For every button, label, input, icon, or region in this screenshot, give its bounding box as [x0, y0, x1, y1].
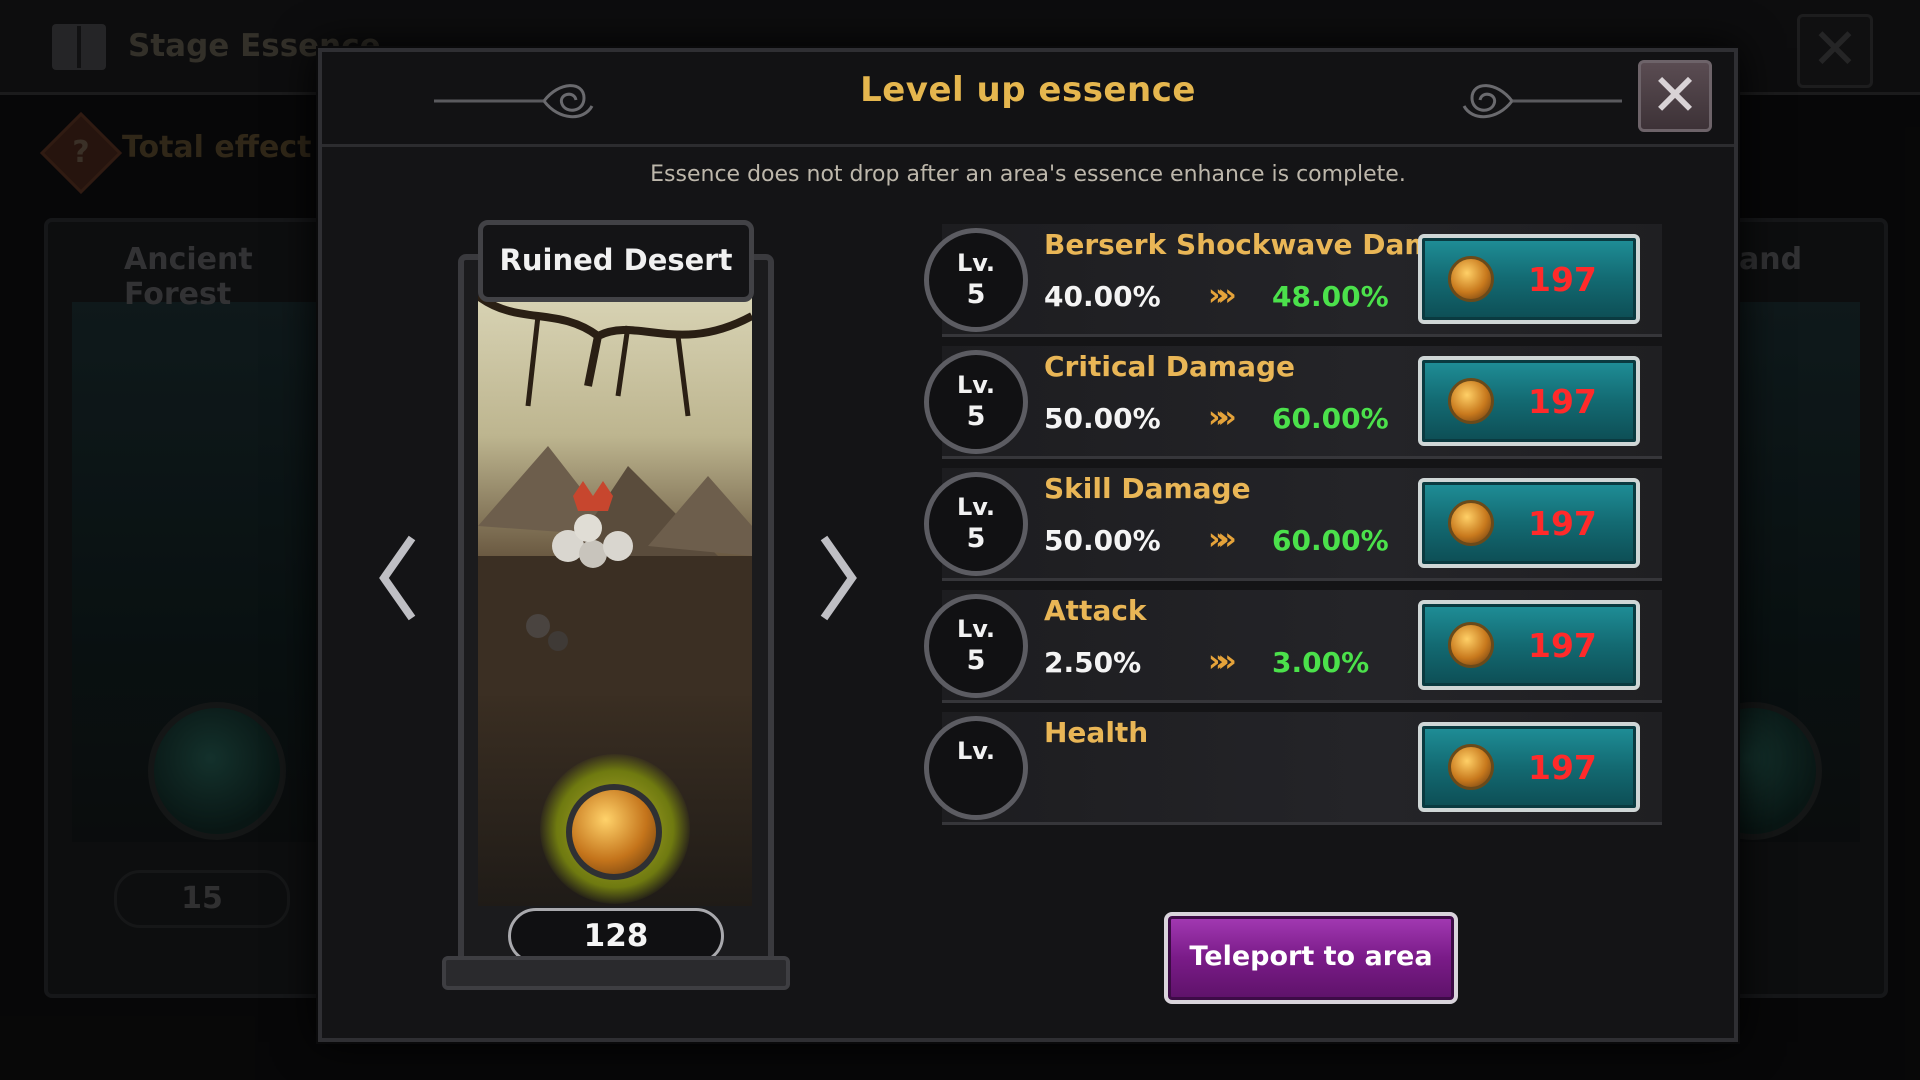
ornament-right-icon — [1462, 84, 1622, 119]
level-badge: Lv. 5 — [924, 228, 1028, 332]
stage-scene-icon — [478, 296, 752, 696]
stat-name: Critical Damage — [1044, 350, 1296, 383]
double-arrow-icon: »» — [1208, 278, 1237, 313]
dialog-header: Level up essence ✕ — [322, 52, 1734, 147]
close-button[interactable]: ✕ — [1638, 60, 1712, 132]
level-badge: Lv. 5 — [924, 594, 1028, 698]
stat-row: Lv. 5 Skill Damage 50.00% »» 60.00% 197 — [904, 462, 1694, 584]
essence-coin-icon — [1448, 500, 1494, 546]
essence-stat-list[interactable]: Lv. 5 Berserk Shockwave Damage 40.00% »»… — [904, 218, 1694, 934]
stat-current-value: 2.50% — [1044, 646, 1142, 679]
essence-coin-icon — [1448, 744, 1494, 790]
stat-row: Lv. 5 Berserk Shockwave Damage 40.00% »»… — [904, 218, 1694, 340]
cost-value: 197 — [1528, 260, 1597, 299]
chevron-left-icon — [379, 535, 416, 621]
double-arrow-icon: »» — [1208, 522, 1237, 557]
stat-name: Health — [1044, 716, 1149, 749]
stat-row: Lv. Health 197 — [904, 706, 1694, 828]
next-stage-button[interactable] — [816, 532, 860, 624]
cost-value: 197 — [1528, 626, 1597, 665]
stat-name: Attack — [1044, 594, 1147, 627]
essence-icon — [566, 784, 662, 880]
stat-name: Skill Damage — [1044, 472, 1251, 505]
stat-current-value: 50.00% — [1044, 402, 1161, 435]
stat-current-value: 50.00% — [1044, 524, 1161, 557]
level-up-essence-dialog: Level up essence ✕ Essence does not drop… — [318, 48, 1738, 1042]
notice-text: Essence does not drop after an area's es… — [650, 162, 1406, 187]
stat-current-value: 40.00% — [1044, 280, 1161, 313]
essence-coin-icon — [1448, 378, 1494, 424]
double-arrow-icon: »» — [1208, 400, 1237, 435]
stage-name-plate: Ruined Desert — [478, 220, 754, 302]
cost-value: 197 — [1528, 504, 1597, 543]
previous-stage-button[interactable] — [376, 532, 420, 624]
stage-art-ruined-desert — [478, 296, 752, 696]
stat-row: Lv. 5 Critical Damage 50.00% »» 60.00% 1… — [904, 340, 1694, 462]
level-up-button[interactable]: 197 — [1418, 722, 1640, 812]
stage-card: Ruined Desert 128 — [442, 214, 790, 990]
stage-name: Ruined Desert — [499, 243, 733, 277]
teleport-to-area-button[interactable]: Teleport to area — [1164, 912, 1458, 1004]
essence-coin-icon — [1448, 256, 1494, 302]
cost-value: 197 — [1528, 382, 1597, 421]
double-arrow-icon: »» — [1208, 644, 1237, 679]
stat-next-value: 60.00% — [1272, 524, 1389, 557]
level-up-button[interactable]: 197 — [1418, 478, 1640, 568]
level-up-button[interactable]: 197 — [1418, 234, 1640, 324]
cost-value: 197 — [1528, 748, 1597, 787]
level-up-button[interactable]: 197 — [1418, 600, 1640, 690]
stat-next-value: 48.00% — [1272, 280, 1389, 313]
level-badge: Lv. 5 — [924, 350, 1028, 454]
stat-next-value: 3.00% — [1272, 646, 1370, 679]
stage-card-base — [442, 956, 790, 990]
chevron-right-icon — [820, 535, 857, 621]
stat-row: Lv. 5 Attack 2.50% »» 3.00% 197 — [904, 584, 1694, 706]
level-up-button[interactable]: 197 — [1418, 356, 1640, 446]
stat-next-value: 60.00% — [1272, 402, 1389, 435]
level-badge: Lv. — [924, 716, 1028, 820]
level-badge: Lv. 5 — [924, 472, 1028, 576]
essence-coin-icon — [1448, 622, 1494, 668]
